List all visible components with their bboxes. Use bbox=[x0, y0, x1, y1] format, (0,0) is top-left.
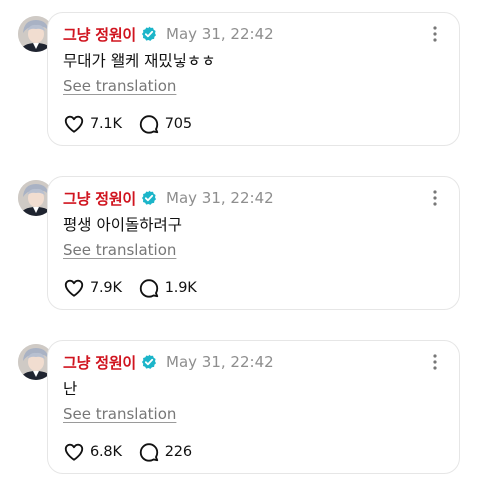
see-translation-link[interactable]: See translation bbox=[63, 77, 176, 95]
post-timestamp[interactable]: May 31, 22:42 bbox=[166, 353, 274, 371]
post-text: 난 bbox=[63, 380, 78, 398]
reply-bubble-icon bbox=[139, 443, 158, 462]
reply-count: 705 bbox=[164, 116, 192, 132]
reply-button[interactable]: 226 bbox=[138, 441, 192, 463]
like-count: 6.8K bbox=[90, 444, 122, 460]
see-translation-link[interactable]: See translation bbox=[63, 405, 176, 423]
author-name[interactable]: 그냥 정원이 bbox=[63, 188, 136, 209]
more-vertical-icon[interactable] bbox=[429, 351, 441, 373]
post-card: 그냥 정원이 May 31, 22:42 무대가 왤케 재밌닣ㅎㅎ See tr… bbox=[47, 12, 460, 146]
like-button[interactable]: 7.9K bbox=[63, 277, 122, 299]
post-3[interactable]: 그냥 정원이 May 31, 22:42 난 See translation 6… bbox=[0, 328, 480, 492]
post-actions: 6.8K 226 bbox=[63, 440, 208, 464]
post-timestamp[interactable]: May 31, 22:42 bbox=[166, 25, 274, 43]
post-1[interactable]: 그냥 정원이 May 31, 22:42 무대가 왤케 재밌닣ㅎㅎ See tr… bbox=[0, 0, 480, 164]
post-timestamp[interactable]: May 31, 22:42 bbox=[166, 189, 274, 207]
reply-button[interactable]: 705 bbox=[138, 113, 192, 135]
post-header: 그냥 정원이 May 31, 22:42 bbox=[63, 23, 274, 45]
like-button[interactable]: 6.8K bbox=[63, 441, 122, 463]
verified-badge-icon bbox=[141, 26, 157, 42]
verified-badge-icon bbox=[141, 190, 157, 206]
author-name[interactable]: 그냥 정원이 bbox=[63, 24, 136, 45]
author-name[interactable]: 그냥 정원이 bbox=[63, 352, 136, 373]
verified-badge-icon bbox=[141, 354, 157, 370]
post-text: 무대가 왤케 재밌닣ㅎㅎ bbox=[63, 52, 216, 70]
reply-button[interactable]: 1.9K bbox=[138, 277, 197, 299]
post-text: 평생 아이돌하려구 bbox=[63, 216, 183, 234]
like-count: 7.9K bbox=[90, 280, 122, 296]
heart-icon bbox=[64, 443, 84, 461]
heart-icon bbox=[64, 115, 84, 133]
more-vertical-icon[interactable] bbox=[429, 23, 441, 45]
heart-icon bbox=[64, 279, 84, 297]
post-header: 그냥 정원이 May 31, 22:42 bbox=[63, 187, 274, 209]
more-vertical-icon[interactable] bbox=[429, 187, 441, 209]
post-header: 그냥 정원이 May 31, 22:42 bbox=[63, 351, 274, 373]
reply-bubble-icon bbox=[139, 115, 158, 134]
reply-bubble-icon bbox=[139, 279, 158, 298]
like-button[interactable]: 7.1K bbox=[63, 113, 122, 135]
see-translation-link[interactable]: See translation bbox=[63, 241, 176, 259]
post-card: 그냥 정원이 May 31, 22:42 평생 아이돌하려구 See trans… bbox=[47, 176, 460, 310]
reply-count: 226 bbox=[164, 444, 192, 460]
like-count: 7.1K bbox=[90, 116, 122, 132]
post-card: 그냥 정원이 May 31, 22:42 난 See translation 6… bbox=[47, 340, 460, 474]
post-actions: 7.9K 1.9K bbox=[63, 276, 213, 300]
post-2[interactable]: 그냥 정원이 May 31, 22:42 평생 아이돌하려구 See trans… bbox=[0, 164, 480, 328]
post-actions: 7.1K 705 bbox=[63, 112, 208, 136]
reply-count: 1.9K bbox=[164, 280, 197, 296]
